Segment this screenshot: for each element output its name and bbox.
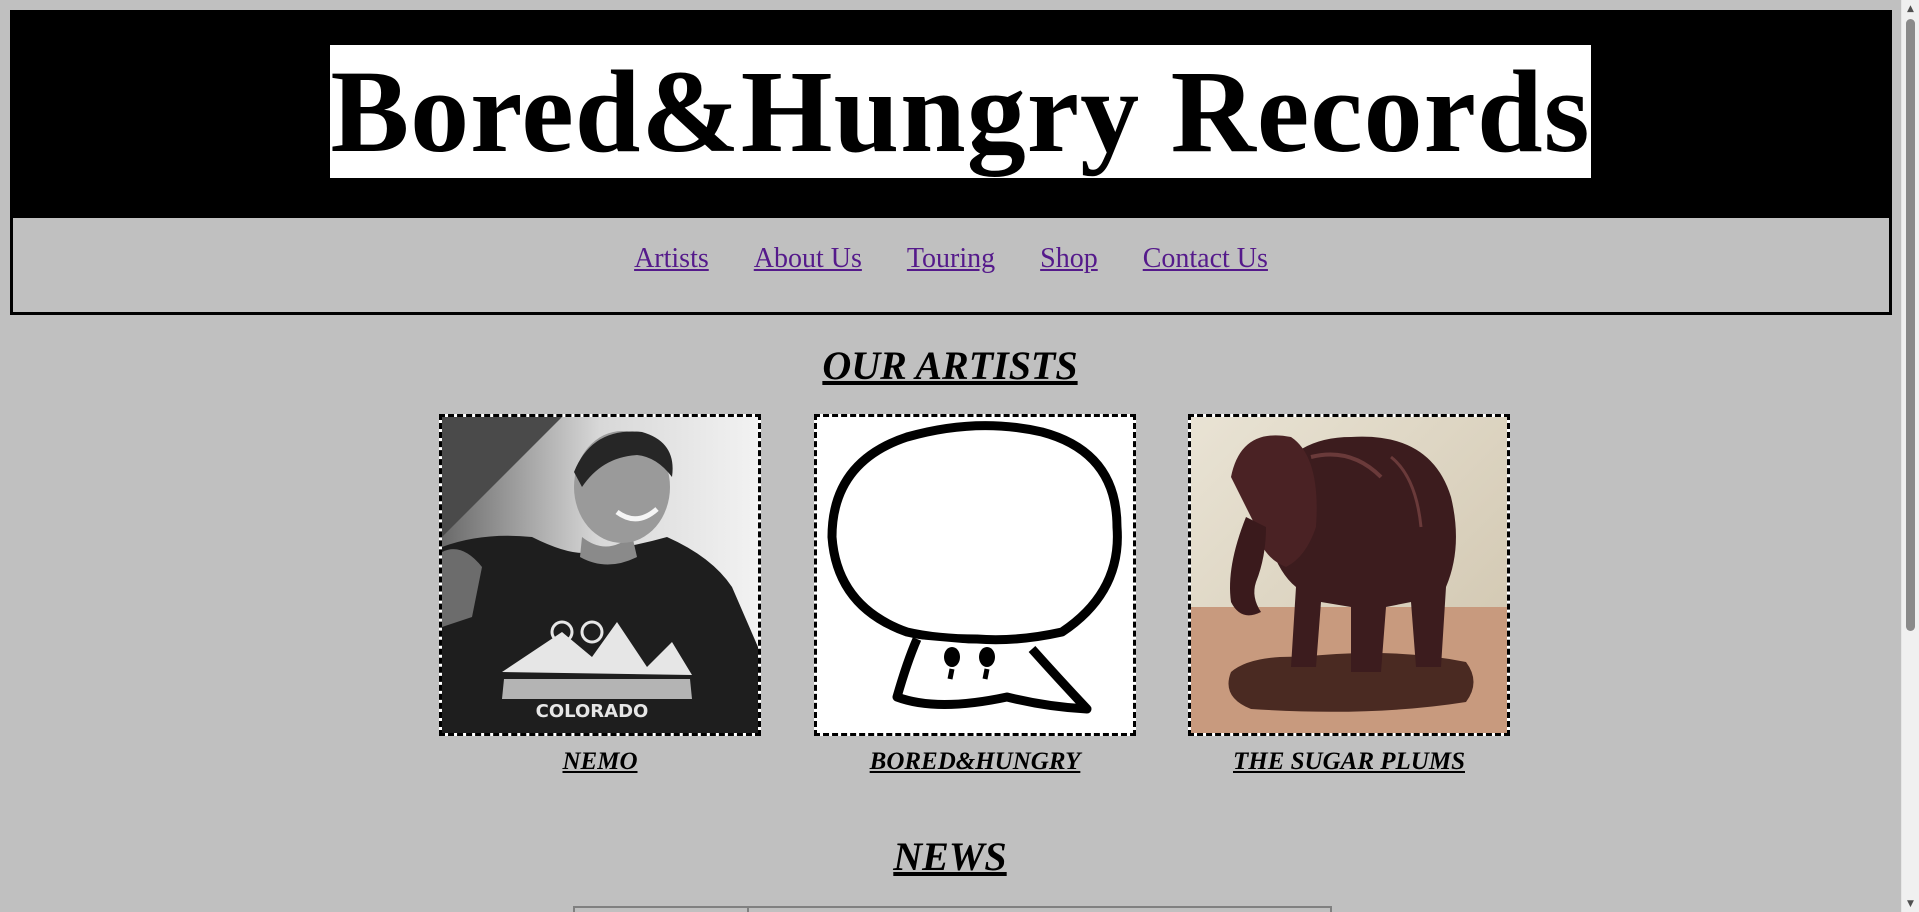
scrollbar-thumb[interactable]: [1906, 19, 1915, 631]
scroll-up-arrow-icon[interactable]: ▲: [1902, 0, 1919, 17]
title-box: Bored&Hungry Records: [330, 45, 1591, 178]
artist-image-bored-hungry[interactable]: [814, 414, 1136, 736]
page: Bored&Hungry Records Artists About Us To…: [0, 0, 1919, 912]
news-table: [573, 906, 1332, 912]
site-title: Bored&Hungry Records: [330, 45, 1591, 177]
nav-link-touring[interactable]: Touring: [907, 243, 995, 275]
nav-link-artists[interactable]: Artists: [634, 243, 709, 275]
artist-image-sugar-plums[interactable]: [1188, 414, 1510, 736]
artist-name-nemo[interactable]: NEMO: [439, 748, 761, 776]
main-nav: Artists About Us Touring Shop Contact Us: [10, 218, 1892, 315]
header-banner: Bored&Hungry Records: [10, 10, 1892, 218]
elephant-statue-icon: [1191, 417, 1507, 733]
scroll-down-arrow-icon[interactable]: ▼: [1902, 895, 1919, 912]
vertical-scrollbar[interactable]: ▲ ▼: [1901, 0, 1919, 912]
artist-card-bored-hungry: BORED&HUNGRY: [814, 414, 1136, 776]
artist-card-sugar-plums: THE SUGAR PLUMS: [1188, 414, 1510, 776]
artists-heading: OUR ARTISTS: [822, 343, 1078, 388]
artist-name-sugar-plums[interactable]: THE SUGAR PLUMS: [1188, 748, 1510, 776]
photo-person-icon: COLORADO: [442, 417, 758, 733]
artist-image-nemo[interactable]: COLORADO: [439, 414, 761, 736]
nav-link-contact-us[interactable]: Contact Us: [1143, 243, 1268, 275]
table-column-divider: [747, 908, 749, 912]
artist-card-nemo: COLORADO NEMO: [439, 414, 761, 776]
news-heading: NEWS: [893, 834, 1007, 879]
nav-link-about-us[interactable]: About Us: [754, 243, 862, 275]
nav-link-shop[interactable]: Shop: [1040, 243, 1098, 275]
shirt-text: COLORADO: [536, 701, 649, 722]
mushroom-drawing-icon: [817, 417, 1133, 733]
artist-name-bored-hungry[interactable]: BORED&HUNGRY: [814, 748, 1136, 776]
